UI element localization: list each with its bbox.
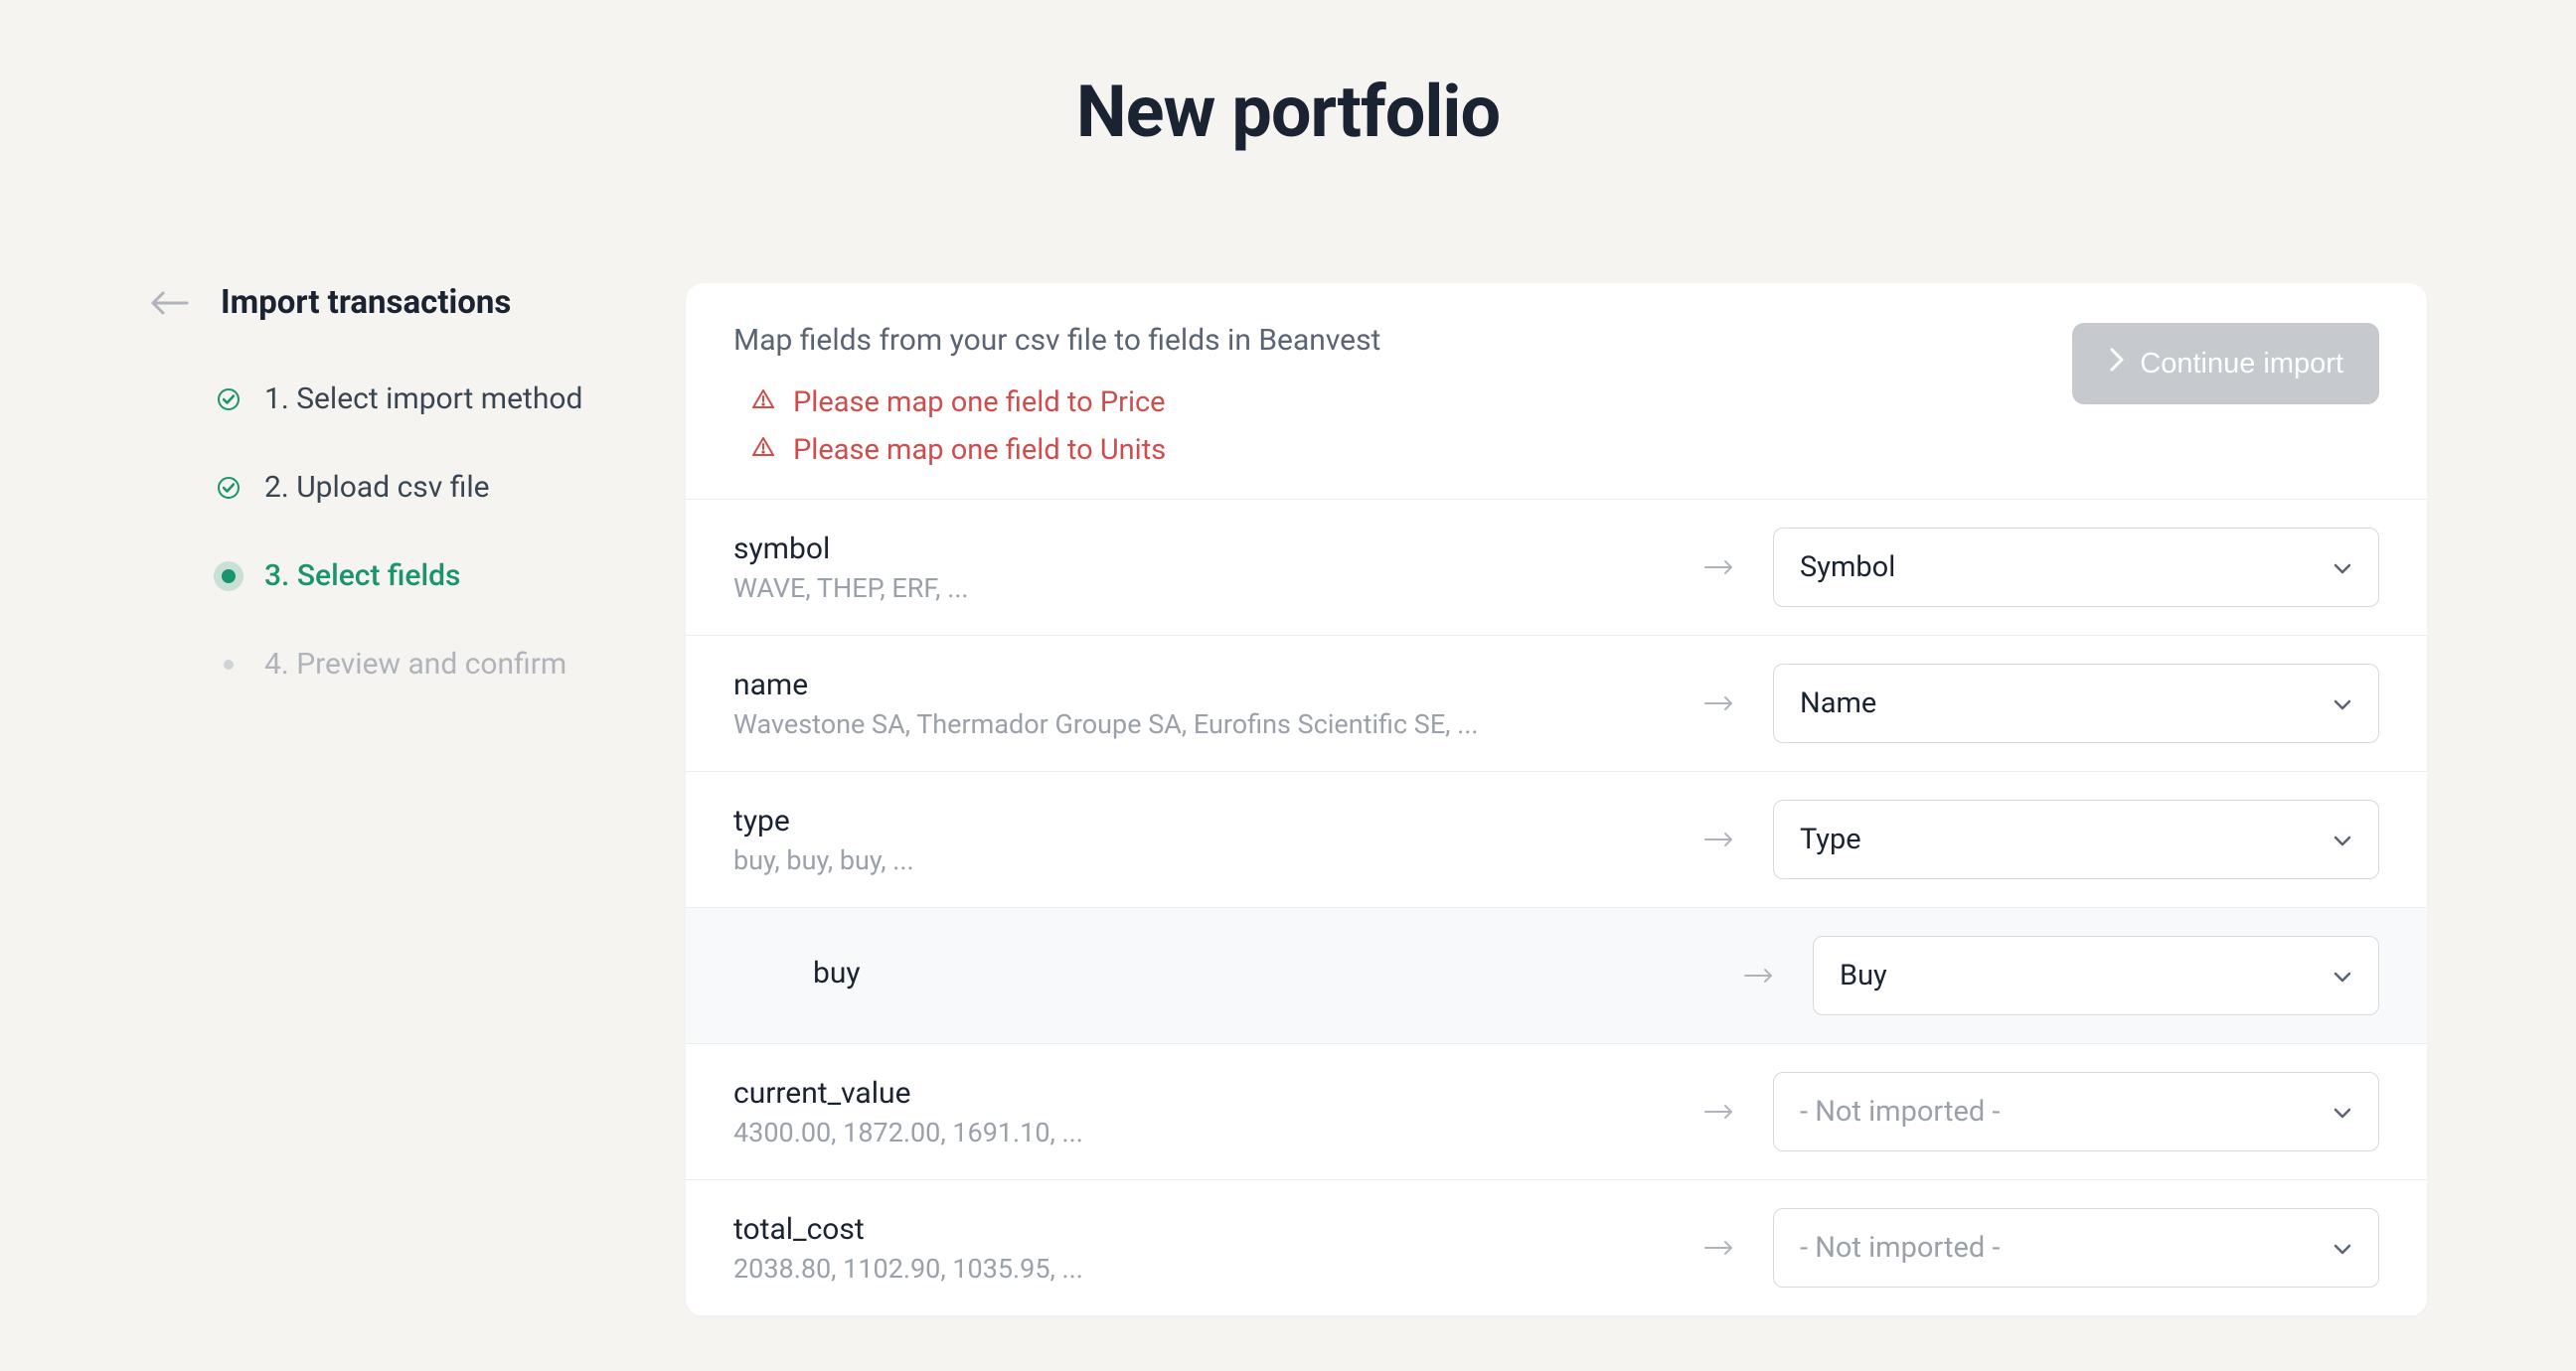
arrow-right-icon	[1729, 967, 1789, 985]
select-value: Symbol	[1800, 550, 1895, 584]
step-label: 1. Select import method	[264, 381, 582, 416]
arrow-right-icon	[1690, 558, 1749, 576]
csv-field-sample: WAVE, THEP, ERF, ...	[733, 572, 1666, 604]
csv-field-name: buy	[813, 956, 1705, 990]
step-preview-confirm: 4. Preview and confirm	[217, 647, 626, 682]
arrow-right-icon	[1690, 1239, 1749, 1257]
csv-field-name: current_value	[733, 1076, 1666, 1111]
step-label: 3. Select fields	[264, 558, 461, 593]
field-row-type: type buy, buy, buy, ... Type	[686, 772, 2427, 908]
continue-label: Continue import	[2140, 348, 2343, 381]
csv-field-sample: 4300.00, 1872.00, 1691.10, ...	[733, 1117, 1666, 1148]
sidebar-title: Import transactions	[221, 283, 511, 322]
steps-list: 1. Select import method 2. Upload csv fi…	[149, 381, 626, 682]
mapping-select-name[interactable]: Name	[1773, 664, 2379, 743]
upcoming-step-dot-icon	[217, 653, 241, 677]
select-value: Buy	[1840, 959, 1887, 992]
errors-list: Please map one field to Price Please map…	[733, 385, 1380, 467]
mapping-select-symbol[interactable]: Symbol	[1773, 528, 2379, 607]
check-circle-icon	[217, 387, 241, 411]
check-circle-icon	[217, 476, 241, 500]
error-message: Please map one field to Price	[733, 385, 1380, 419]
warning-icon	[751, 385, 775, 419]
sidebar: Import transactions 1. Select import met…	[149, 283, 626, 1316]
field-row-current-value: current_value 4300.00, 1872.00, 1691.10,…	[686, 1044, 2427, 1180]
step-label: 4. Preview and confirm	[264, 647, 566, 682]
arrow-right-icon	[1690, 1103, 1749, 1121]
warning-icon	[751, 433, 775, 467]
mapping-card: Map fields from your csv file to fields …	[686, 283, 2427, 1316]
mapping-select-type-value-buy[interactable]: Buy	[1813, 936, 2379, 1015]
error-text: Please map one field to Units	[793, 433, 1166, 467]
field-row-type-value-buy: buy Buy	[686, 908, 2427, 1044]
select-value: Type	[1800, 823, 1861, 856]
continue-import-button[interactable]: Continue import	[2072, 323, 2379, 404]
mapping-select-current-value[interactable]: - Not imported -	[1773, 1072, 2379, 1151]
chevron-down-icon	[2333, 823, 2352, 856]
csv-field-name: type	[733, 804, 1666, 838]
chevron-down-icon	[2333, 550, 2352, 584]
field-row-name: name Wavestone SA, Thermador Groupe SA, …	[686, 636, 2427, 772]
current-step-dot-icon	[217, 564, 241, 588]
csv-field-name: symbol	[733, 532, 1666, 566]
step-select-fields[interactable]: 3. Select fields	[217, 558, 626, 593]
step-select-import-method[interactable]: 1. Select import method	[217, 381, 626, 416]
mapping-select-total-cost[interactable]: - Not imported -	[1773, 1208, 2379, 1288]
chevron-down-icon	[2333, 1095, 2352, 1129]
chevron-down-icon	[2333, 959, 2352, 992]
select-value: - Not imported -	[1800, 1231, 2000, 1265]
page-title: New portfolio	[0, 0, 2576, 154]
field-row-symbol: symbol WAVE, THEP, ERF, ... Symbol	[686, 500, 2427, 636]
chevron-down-icon	[2333, 686, 2352, 720]
csv-field-name: total_cost	[733, 1212, 1666, 1247]
select-value: - Not imported -	[1800, 1095, 2000, 1129]
csv-field-name: name	[733, 668, 1666, 702]
back-arrow-icon[interactable]	[149, 288, 189, 318]
step-upload-csv[interactable]: 2. Upload csv file	[217, 470, 626, 505]
chevron-down-icon	[2333, 1231, 2352, 1265]
select-value: Name	[1800, 686, 1876, 720]
error-message: Please map one field to Units	[733, 433, 1380, 467]
error-text: Please map one field to Price	[793, 385, 1166, 419]
instruction-text: Map fields from your csv file to fields …	[733, 323, 1380, 358]
csv-field-sample: buy, buy, buy, ...	[733, 844, 1666, 876]
csv-field-sample: Wavestone SA, Thermador Groupe SA, Eurof…	[733, 708, 1666, 740]
csv-field-sample: 2038.80, 1102.90, 1035.95, ...	[733, 1253, 1666, 1285]
step-label: 2. Upload csv file	[264, 470, 490, 505]
arrow-right-icon	[1690, 694, 1749, 712]
field-row-total-cost: total_cost 2038.80, 1102.90, 1035.95, ..…	[686, 1180, 2427, 1316]
chevron-right-icon	[2108, 347, 2126, 381]
arrow-right-icon	[1690, 831, 1749, 848]
mapping-select-type[interactable]: Type	[1773, 800, 2379, 879]
